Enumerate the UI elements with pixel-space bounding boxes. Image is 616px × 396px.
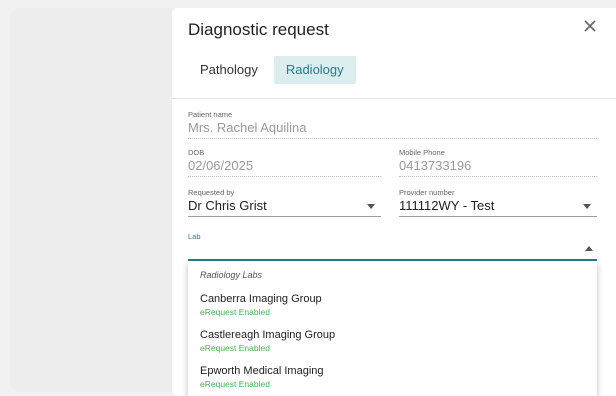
diagnostic-request-dialog: Diagnostic request Pathology Radiology P…: [172, 8, 616, 396]
dropdown-group-header: Radiology Labs: [200, 270, 263, 280]
lab-option[interactable]: Canberra Imaging Group eRequest Enabled: [200, 293, 322, 317]
lab-option-name: Canberra Imaging Group: [200, 293, 322, 305]
tab-radiology[interactable]: Radiology: [273, 56, 356, 84]
dob-field[interactable]: DOB 02/06/2025: [188, 148, 381, 177]
mobile-phone-label: Mobile Phone: [399, 148, 445, 157]
requested-by-value: Dr Chris Grist: [188, 198, 381, 217]
provider-number-select[interactable]: Provider number 111112WY - Test: [399, 188, 597, 217]
tab-pathology[interactable]: Pathology: [188, 56, 270, 84]
lab-option-status: eRequest Enabled: [200, 343, 270, 353]
dob-label: DOB: [188, 148, 205, 157]
close-icon: [584, 20, 596, 32]
lab-option-name: Castlereagh Imaging Group: [200, 329, 336, 341]
provider-number-label: Provider number: [399, 188, 455, 197]
close-button[interactable]: [582, 18, 598, 34]
patient-name-value: Mrs. Rachel Aquilina: [188, 120, 597, 139]
lab-options-dropdown: Radiology Labs Canberra Imaging Group eR…: [188, 261, 597, 396]
chevron-down-icon: [583, 204, 591, 209]
chevron-up-icon: [585, 246, 593, 251]
provider-number-value: 111112WY - Test: [399, 198, 597, 217]
dob-value: 02/06/2025: [188, 158, 381, 177]
lab-option-status: eRequest Enabled: [200, 379, 270, 389]
lab-option[interactable]: Epworth Medical Imaging eRequest Enabled: [200, 365, 324, 389]
patient-name-label: Patient name: [188, 110, 233, 119]
lab-select[interactable]: Lab: [188, 226, 597, 261]
lab-label: Lab: [188, 232, 201, 241]
mobile-phone-value: 0413733196: [399, 158, 597, 177]
chevron-down-icon: [367, 204, 375, 209]
request-type-tabs: Pathology Radiology: [188, 56, 356, 84]
lab-option-status: eRequest Enabled: [200, 307, 270, 317]
lab-option[interactable]: Castlereagh Imaging Group eRequest Enabl…: [200, 329, 335, 353]
requested-by-label: Requested by: [188, 188, 235, 197]
requested-by-select[interactable]: Requested by Dr Chris Grist: [188, 188, 381, 217]
patient-name-field[interactable]: Patient name Mrs. Rachel Aquilina: [188, 110, 597, 139]
mobile-phone-field[interactable]: Mobile Phone 0413733196: [399, 148, 597, 177]
tabs-divider: [172, 98, 616, 99]
lab-option-name: Epworth Medical Imaging: [200, 365, 324, 377]
background-panel: [10, 8, 178, 392]
dialog-title: Diagnostic request: [188, 20, 329, 39]
